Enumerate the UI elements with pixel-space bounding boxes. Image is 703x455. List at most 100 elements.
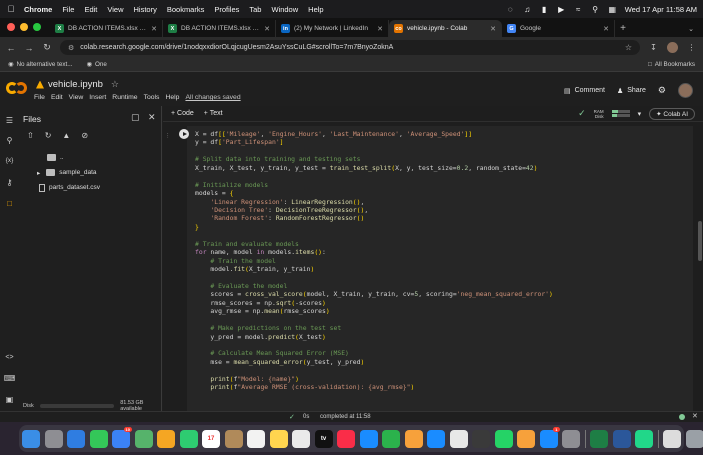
menu-file[interactable]: File (62, 5, 74, 14)
menu-profiles[interactable]: Profiles (214, 5, 239, 14)
dock-keynote-icon[interactable] (359, 429, 378, 448)
menu-tab[interactable]: Tab (249, 5, 261, 14)
colab-menu-edit[interactable]: Edit (51, 94, 63, 101)
dock-tv-icon[interactable]: tv (314, 429, 333, 448)
profile-avatar[interactable] (667, 42, 678, 53)
add-code-button[interactable]: + Code (171, 110, 194, 117)
minimize-window-button[interactable] (20, 23, 28, 31)
browser-tab[interactable]: X DB ACTION ITEMS.xlsx - Mic ✕ (50, 20, 163, 37)
code-editor[interactable]: X = df[['Mileage', 'Engine_Hours', 'Last… (195, 130, 553, 392)
dock-freeform-icon[interactable] (292, 429, 310, 448)
colab-menu-runtime[interactable]: Runtime (112, 94, 137, 101)
play-icon[interactable]: ▶ (557, 5, 566, 14)
dock-safari-icon[interactable] (67, 429, 85, 448)
notebook-name[interactable]: vehicle.ipynb (48, 79, 103, 90)
headphones-icon[interactable]: ♫ (523, 5, 532, 14)
reload-icon[interactable]: ↻ (42, 42, 52, 53)
secrets-key-icon[interactable]: ⚷ (3, 176, 16, 189)
mount-drive-icon[interactable]: ▲ (62, 131, 70, 140)
dock-maps-icon[interactable] (134, 429, 153, 448)
menubar-clock[interactable]: Wed 17 Apr 11:58 AM (625, 5, 697, 14)
search-icon[interactable]: ⚲ (3, 134, 16, 147)
dock-pages-icon[interactable] (404, 429, 423, 448)
dock-pycharm-icon[interactable] (635, 429, 653, 448)
dock-app-store-icon[interactable] (427, 429, 445, 448)
browser-tab[interactable]: G Google ✕ (502, 20, 615, 37)
menu-bookmarks[interactable]: Bookmarks (167, 5, 205, 14)
wifi-icon[interactable]: ≈ (574, 5, 583, 14)
address-bar[interactable]: ⚙ colab.research.google.com/drive/1nodqx… (60, 40, 640, 55)
dock-whatsapp-icon[interactable] (494, 429, 513, 448)
all-bookmarks[interactable]: □ All Bookmarks (648, 61, 695, 68)
browser-tab[interactable]: in (2) My Network | LinkedIn ✕ (276, 20, 389, 37)
expand-chevron-icon[interactable]: ▸ (37, 169, 40, 177)
files-folder-icon[interactable]: □ (3, 197, 16, 210)
dock-trash-icon[interactable] (685, 429, 703, 448)
colab-ai-button[interactable]: ✦ Colab AI (649, 107, 695, 120)
dock-preview-icon[interactable] (663, 429, 681, 448)
control-center-icon[interactable]: ▦ (608, 5, 617, 14)
dock-chrome-icon[interactable] (449, 429, 468, 448)
run-cell-button[interactable] (179, 129, 189, 139)
dock-finder-icon[interactable] (22, 429, 40, 448)
file-tree-item[interactable]: ▸ sample_data (25, 165, 157, 180)
menu-app-name[interactable]: Chrome (24, 5, 52, 14)
dock-calendar-icon[interactable]: 17 (202, 429, 220, 448)
close-panel-icon[interactable]: ✕ (148, 112, 156, 123)
menu-view[interactable]: View (107, 5, 123, 14)
variables-icon[interactable]: {x} (3, 154, 16, 167)
bookmark-item[interactable]: ◉ One (87, 61, 107, 68)
dock-photos-icon[interactable] (157, 429, 175, 448)
account-avatar[interactable] (678, 83, 693, 98)
apple-icon[interactable]:  (6, 4, 16, 14)
more-menu-icon[interactable]: ⋮ (686, 43, 697, 52)
runtime-dropdown-icon[interactable]: ▾ (638, 110, 642, 118)
dock-music-icon[interactable] (337, 429, 355, 448)
dock-mail-icon[interactable]: 10 (112, 426, 132, 448)
dock-launchpad-icon[interactable] (44, 429, 63, 448)
dock-excel-icon[interactable] (590, 429, 608, 448)
completion-time[interactable]: completed at 11:58 (320, 414, 371, 420)
notebook-scrollbar[interactable] (698, 221, 702, 261)
dock-messages-icon[interactable] (89, 429, 108, 448)
creative-cloud-icon[interactable]: ◌ (506, 5, 515, 14)
code-cell[interactable]: X = df[['Mileage', 'Engine_Hours', 'Last… (179, 126, 693, 411)
colab-menu-file[interactable]: File (34, 94, 45, 101)
dock-notes-icon[interactable] (269, 429, 288, 448)
dock-terminal-icon[interactable] (472, 429, 490, 448)
dock-word-icon[interactable] (612, 429, 631, 448)
zoom-window-button[interactable] (33, 23, 41, 31)
settings-gear-icon[interactable]: ⚙ (658, 85, 666, 96)
close-tab-icon[interactable]: ✕ (377, 25, 383, 33)
browser-tab[interactable]: X DB ACTION ITEMS.xlsx - Mic ✕ (163, 20, 276, 37)
dock-facetime-icon[interactable] (179, 429, 198, 448)
battery-icon[interactable]: ▮ (540, 5, 549, 14)
dock-xcode-icon[interactable]: 1 (539, 426, 560, 448)
forward-icon[interactable]: → (24, 43, 34, 53)
tab-search-icon[interactable]: ⌄ (683, 20, 699, 37)
browser-tab[interactable]: co vehicle.ipynb - Colab ✕ (389, 20, 502, 37)
comment-button[interactable]: ▤ Comment (564, 87, 605, 95)
upload-file-icon[interactable]: ⇧ (27, 131, 34, 140)
close-tab-icon[interactable]: ✕ (151, 25, 157, 33)
dock-reminders-icon[interactable] (247, 429, 265, 448)
save-status[interactable]: All changes saved (185, 94, 240, 101)
spotlight-search-icon[interactable]: ⚲ (591, 5, 600, 14)
bookmark-star-icon[interactable]: ☆ (625, 43, 632, 52)
close-tab-icon[interactable]: ✕ (603, 25, 609, 33)
menu-history[interactable]: History (134, 5, 157, 14)
menu-window[interactable]: Window (271, 5, 298, 14)
site-info-icon[interactable]: ⚙ (68, 44, 74, 52)
menu-edit[interactable]: Edit (84, 5, 97, 14)
terminal-icon[interactable]: ▣ (3, 393, 16, 406)
dock-sublime-icon[interactable] (517, 429, 535, 448)
close-window-button[interactable] (7, 23, 15, 31)
bookmark-item[interactable]: ◉ No alternative text... (8, 61, 73, 68)
add-text-button[interactable]: + Text (204, 110, 223, 117)
colab-menu-view[interactable]: View (69, 94, 84, 101)
open-in-tab-icon[interactable]: ▢ (131, 112, 140, 123)
download-icon[interactable]: ↧ (648, 43, 659, 52)
dock-contacts-icon[interactable] (224, 429, 243, 448)
colab-menu-help[interactable]: Help (165, 94, 179, 101)
code-snippets-icon[interactable]: <> (3, 351, 16, 364)
